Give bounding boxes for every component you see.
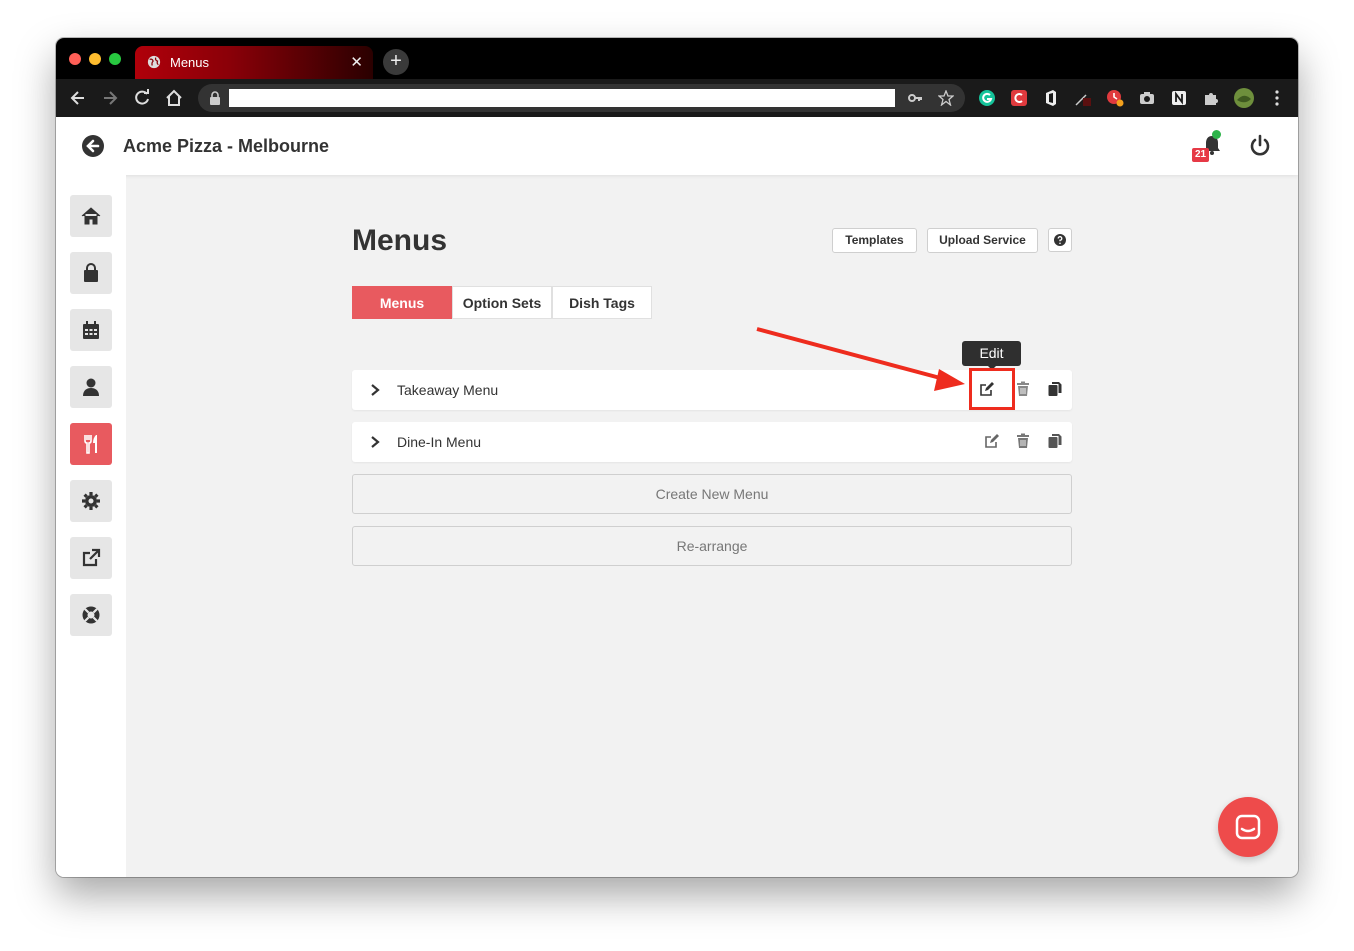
- forward-arrow-icon[interactable]: [100, 88, 120, 108]
- menu-row-dine-in[interactable]: Dine-In Menu: [352, 422, 1072, 462]
- power-icon[interactable]: [1248, 134, 1272, 158]
- grammarly-icon[interactable]: [978, 89, 996, 107]
- sidebar-item-settings[interactable]: [70, 480, 112, 522]
- sidebar-item-orders[interactable]: [70, 252, 112, 294]
- user-icon: [83, 378, 99, 396]
- app-header: Acme Pizza - Melbourne 21: [56, 117, 1298, 175]
- utensils-icon: [84, 435, 97, 454]
- address-bar: [198, 84, 965, 112]
- templates-button[interactable]: Templates: [832, 228, 917, 253]
- store-name: Acme Pizza - Melbourne: [123, 136, 330, 156]
- question-circle-icon: [1054, 234, 1066, 246]
- extension-red-icon[interactable]: [1010, 89, 1028, 107]
- close-window-button[interactable]: [69, 53, 81, 65]
- tab-dish-tags[interactable]: Dish Tags: [552, 286, 652, 319]
- browser-tab-menus[interactable]: Menus ✕: [135, 46, 373, 79]
- tab-title: Menus: [170, 55, 210, 70]
- globe-icon: [147, 55, 161, 69]
- chat-icon: [1235, 814, 1261, 840]
- eyedropper-icon[interactable]: [1074, 89, 1092, 107]
- back-arrow-circle-icon[interactable]: [81, 134, 105, 158]
- new-tab-button[interactable]: +: [383, 49, 409, 75]
- upload-service-button[interactable]: Upload Service: [927, 228, 1038, 253]
- camera-icon[interactable]: [1138, 89, 1156, 107]
- sidebar-item-home[interactable]: [70, 195, 112, 237]
- menu-row-label: Takeaway Menu: [397, 382, 499, 398]
- browser-menu-icon[interactable]: [1268, 89, 1286, 107]
- page-title: Menus: [352, 224, 448, 257]
- trash-icon[interactable]: [1015, 381, 1031, 397]
- home-page-icon[interactable]: [164, 88, 184, 108]
- browser-toolbar: [56, 79, 1298, 117]
- menu-row-label: Dine-In Menu: [397, 434, 482, 450]
- sidebar: [56, 175, 126, 877]
- menu-row-takeaway[interactable]: Takeaway Menu: [352, 370, 1072, 410]
- tab-menus[interactable]: Menus: [352, 286, 452, 319]
- puzzle-icon[interactable]: [1202, 89, 1220, 107]
- office-icon[interactable]: [1042, 89, 1060, 107]
- chevron-right-icon[interactable]: [369, 383, 381, 397]
- online-status-dot: [1212, 130, 1221, 139]
- notifications-button[interactable]: 21: [1191, 130, 1227, 166]
- gear-icon: [82, 492, 100, 510]
- sidebar-item-menus[interactable]: [70, 423, 112, 465]
- chat-widget-button[interactable]: [1218, 797, 1278, 857]
- browser-window: Menus ✕ + Acme Pizza - Melbourne 21 Menu…: [56, 38, 1298, 877]
- tab-close-icon[interactable]: ✕: [350, 53, 363, 71]
- bookmark-star-icon[interactable]: [938, 90, 954, 106]
- lifebuoy-icon: [82, 606, 100, 624]
- sidebar-item-bookings[interactable]: [70, 309, 112, 351]
- menu-tabs: Menus Option Sets Dish Tags: [352, 286, 652, 319]
- create-new-menu-button[interactable]: Create New Menu: [352, 474, 1072, 514]
- maximize-window-button[interactable]: [109, 53, 121, 65]
- tab-bar: Menus ✕ +: [56, 38, 1298, 79]
- external-link-icon: [82, 548, 101, 567]
- sidebar-item-customers[interactable]: [70, 366, 112, 408]
- highlight-box: [969, 368, 1015, 410]
- lock-icon: [210, 91, 220, 105]
- trash-icon[interactable]: [1015, 433, 1031, 449]
- sidebar-item-external-link[interactable]: [70, 537, 112, 579]
- edit-icon[interactable]: [984, 433, 1000, 449]
- pocket-extension-icon[interactable]: [1106, 89, 1124, 107]
- rearrange-button[interactable]: Re-arrange: [352, 526, 1072, 566]
- profile-avatar-icon[interactable]: [1233, 87, 1255, 109]
- home-icon: [81, 207, 101, 225]
- notification-count-badge: 21: [1192, 148, 1209, 162]
- notion-icon[interactable]: [1170, 89, 1188, 107]
- copy-icon[interactable]: [1047, 433, 1063, 449]
- url-input[interactable]: [229, 89, 895, 107]
- reload-icon[interactable]: [132, 88, 152, 108]
- back-arrow-icon[interactable]: [68, 88, 88, 108]
- help-button[interactable]: [1048, 228, 1072, 252]
- sidebar-item-support[interactable]: [70, 594, 112, 636]
- shopping-bag-icon: [84, 263, 98, 282]
- tab-option-sets[interactable]: Option Sets: [452, 286, 552, 319]
- edit-tooltip: Edit: [962, 341, 1021, 366]
- key-icon[interactable]: [907, 90, 923, 106]
- calendar-icon: [83, 321, 99, 339]
- minimize-window-button[interactable]: [89, 53, 101, 65]
- copy-icon[interactable]: [1047, 381, 1063, 397]
- chevron-right-icon[interactable]: [369, 435, 381, 449]
